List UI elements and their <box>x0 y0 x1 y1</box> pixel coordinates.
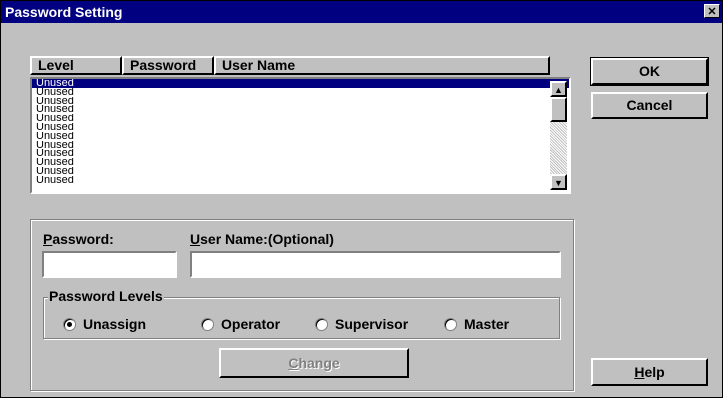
list-item[interactable]: Unused <box>32 97 569 106</box>
window-title: Password Setting <box>5 4 123 20</box>
column-header-level[interactable]: Level <box>30 56 122 75</box>
column-header-user-name[interactable]: User Name <box>214 56 550 75</box>
help-button[interactable]: Help <box>591 358 708 386</box>
password-levels-legend: Password Levels <box>48 288 164 304</box>
scroll-down-icon[interactable]: ▼ <box>550 174 567 190</box>
username-mnemonic: U <box>190 231 201 247</box>
list-item[interactable]: Unused <box>32 88 569 97</box>
column-header-password[interactable]: Password <box>122 56 214 75</box>
radio-unchecked-icon <box>444 317 457 331</box>
radio-unassign-label: Unassign <box>83 316 147 332</box>
list-item[interactable]: Unused <box>32 132 569 141</box>
scroll-up-icon[interactable]: ▲ <box>550 81 567 97</box>
radio-unchecked-icon <box>315 317 328 331</box>
list-item[interactable]: Unused <box>32 105 569 114</box>
ok-button[interactable]: OK <box>591 58 708 85</box>
password-label: Password: <box>43 231 114 247</box>
change-button[interactable]: Change <box>219 348 409 378</box>
list-item[interactable]: Unused <box>32 123 569 132</box>
radio-supervisor-label: Supervisor <box>335 316 409 332</box>
close-icon[interactable]: ✕ <box>704 4 720 18</box>
radio-unassign[interactable]: Unassign <box>63 315 146 333</box>
password-mnemonic: P <box>43 231 53 247</box>
list-item[interactable]: Unused <box>32 167 569 176</box>
scroll-thumb[interactable] <box>550 97 567 122</box>
username-label-text: ser Name:(Optional) <box>200 231 334 247</box>
list-item[interactable]: Unused <box>32 149 569 158</box>
cancel-button[interactable]: Cancel <box>591 92 708 119</box>
username-label: User Name:(Optional) <box>190 231 334 247</box>
radio-supervisor[interactable]: Supervisor <box>315 315 430 333</box>
vertical-scrollbar[interactable]: ▲ ▼ <box>550 81 567 190</box>
username-field[interactable] <box>190 251 561 278</box>
title-bar[interactable]: Password Setting ✕ <box>1 1 722 23</box>
password-setting-dialog: Password Setting ✕ Level Password User N… <box>0 0 723 398</box>
password-label-text: assword: <box>52 231 114 247</box>
radio-master-label: Master <box>464 316 510 332</box>
list-item[interactable]: Unused <box>32 141 569 150</box>
list-item[interactable]: Unused <box>32 114 569 123</box>
help-label: elp <box>644 364 665 380</box>
radio-operator-label: Operator <box>221 316 281 332</box>
change-mnemonic: C <box>288 355 299 371</box>
radio-checked-icon <box>63 317 76 331</box>
help-mnemonic: H <box>634 364 645 380</box>
change-label: hange <box>298 355 340 371</box>
radio-master[interactable]: Master <box>444 315 509 333</box>
password-field[interactable] <box>42 251 177 278</box>
radio-unchecked-icon <box>201 317 214 331</box>
radio-operator[interactable]: Operator <box>201 315 296 333</box>
list-item[interactable]: Unused <box>32 79 569 88</box>
list-item[interactable]: Unused <box>32 158 569 167</box>
list-item[interactable]: Unused <box>32 176 569 185</box>
password-list[interactable]: Unused Unused Unused Unused Unused Unuse… <box>30 77 571 194</box>
